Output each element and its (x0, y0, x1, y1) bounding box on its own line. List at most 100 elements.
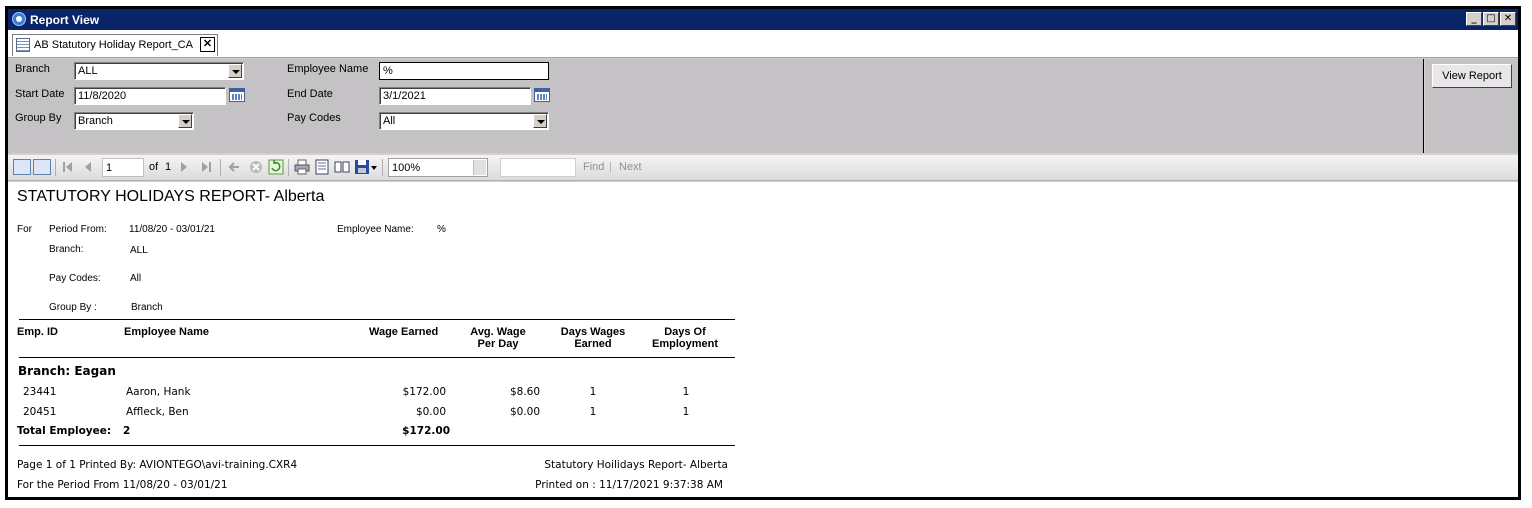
page-number-value: 1 (106, 162, 113, 174)
row-days-wages: 1 (589, 386, 597, 398)
tab-statutory-holiday-report[interactable]: AB Statutory Holiday Report_CA ✕ (12, 34, 218, 56)
back-icon[interactable] (226, 159, 242, 175)
next-link[interactable]: Next (619, 161, 642, 173)
report-view-window: Report View _ □ ✕ AB Statutory Holiday R… (5, 6, 1521, 500)
export-icon[interactable] (354, 159, 370, 175)
employee-name-filter-value: % (437, 224, 446, 235)
pay-codes-select-value: All (383, 115, 396, 127)
branch-select[interactable]: ALL (74, 62, 244, 80)
print-layout-icon[interactable] (314, 159, 330, 175)
pay-codes-label: Pay Codes (287, 112, 341, 124)
branch-label: Branch (15, 63, 50, 75)
col-days-of-employment: Days Of Employment (643, 326, 727, 350)
row-employee-name: Aaron, Hank (126, 386, 191, 398)
total-pages: 1 (165, 161, 172, 173)
find-separator: | (609, 161, 612, 173)
pay-codes-filter-label: Pay Codes: (49, 273, 101, 284)
row-emp-id: 23441 (23, 386, 57, 398)
tab-label: AB Statutory Holiday Report_CA (34, 39, 193, 51)
find-link[interactable]: Find (583, 161, 604, 173)
employee-name-value: % (383, 65, 393, 77)
parameter-panel: Branch ALL Start Date 11/8/2020 Group By… (8, 59, 1424, 153)
print-icon[interactable] (294, 159, 310, 175)
pay-codes-filter-value: All (130, 273, 142, 284)
period-from-value: 11/08/20 - 03/01/21 (129, 224, 215, 235)
report-title: STATUTORY HOLIDAYS REPORT- Alberta (17, 188, 325, 205)
start-date-label: Start Date (15, 88, 65, 100)
row-employee-name: Affleck, Ben (126, 406, 189, 418)
page-setup-icon[interactable] (334, 159, 350, 175)
col-avg-wage-line2: Per Day (477, 338, 519, 350)
of-label: of (149, 161, 159, 173)
employee-name-input[interactable]: % (379, 62, 549, 80)
calendar-icon[interactable] (534, 88, 550, 102)
col-days-wages: Days Wages Earned (548, 326, 638, 350)
report-canvas: STATUTORY HOLIDAYS REPORT- Alberta For P… (8, 182, 1518, 497)
report-viewer-toolbar: 1 of 1 100% Find | Next (8, 155, 1518, 181)
col-days-wages-line1: Days Wages (560, 326, 626, 338)
close-window-button[interactable]: ✕ (1500, 12, 1516, 26)
chevron-down-icon[interactable] (533, 114, 547, 128)
row-emp-id: 20451 (23, 406, 57, 418)
chevron-down-icon[interactable] (473, 160, 486, 175)
col-avg-wage-line1: Avg. Wage (470, 326, 526, 338)
window-title: Report View (30, 13, 100, 27)
first-page-icon[interactable] (60, 159, 76, 175)
page-number-input[interactable]: 1 (102, 158, 144, 177)
footer-printed-on: Printed on : 11/17/2021 9:37:38 AM (535, 479, 723, 491)
group-by-label: Group By (15, 112, 62, 124)
title-bar[interactable]: Report View _ □ ✕ (8, 9, 1518, 30)
footer-page-info: Page 1 of 1 Printed By: AVIONTEGO\avi-tr… (17, 459, 298, 471)
branch-select-value: ALL (78, 65, 98, 77)
start-date-input[interactable]: 11/8/2020 (74, 87, 226, 105)
end-date-input[interactable]: 3/1/2021 (379, 87, 531, 105)
calendar-icon[interactable] (229, 88, 245, 102)
refresh-icon[interactable] (268, 159, 284, 175)
branch-filter-value: ALL (130, 245, 148, 256)
row-days-wages: 1 (589, 406, 597, 418)
next-page-icon[interactable] (176, 159, 192, 175)
group-by-select-value: Branch (78, 115, 113, 127)
group-by-filter-value: Branch (131, 302, 163, 313)
branch-filter-label: Branch: (49, 244, 84, 255)
header-bottom-rule (19, 357, 735, 358)
total-employee-count: 2 (123, 425, 131, 437)
toggle-parameters-icon[interactable] (13, 159, 31, 175)
last-page-icon[interactable] (198, 159, 214, 175)
zoom-value: 100% (392, 162, 421, 174)
row-wage-earned: $172.00 (402, 386, 446, 398)
total-employee-label: Total Employee: (17, 425, 112, 437)
end-date-label: End Date (287, 88, 333, 100)
col-avg-wage: Avg. Wage Per Day (458, 326, 538, 350)
col-days-wages-line2: Earned (574, 338, 612, 350)
report-document-icon (16, 38, 30, 52)
col-emp-id: Emp. ID (17, 326, 58, 338)
find-text-input[interactable] (500, 158, 576, 177)
stop-icon[interactable] (248, 159, 264, 175)
minimize-button[interactable]: _ (1466, 12, 1482, 26)
header-top-rule (19, 319, 735, 320)
view-report-button[interactable]: View Report (1432, 64, 1512, 88)
app-icon (12, 12, 26, 26)
previous-page-icon[interactable] (80, 159, 96, 175)
row-avg-wage: $8.60 (509, 386, 540, 398)
employee-name-label: Employee Name (287, 63, 369, 75)
document-tab-strip: AB Statutory Holiday Report_CA ✕ (8, 30, 1518, 58)
col-days-of-line2: Employment (651, 338, 718, 350)
zoom-select[interactable]: 100% (388, 158, 488, 177)
chevron-down-icon[interactable] (178, 114, 192, 128)
group-by-select[interactable]: Branch (74, 112, 194, 130)
pay-codes-select[interactable]: All (379, 112, 549, 130)
footer-rule (19, 445, 735, 446)
for-label: For (17, 224, 32, 235)
maximize-button[interactable]: □ (1483, 12, 1499, 26)
chevron-down-icon[interactable] (228, 64, 242, 78)
period-from-label: Period From: (49, 224, 107, 235)
col-days-of-line1: Days Of (664, 326, 706, 338)
document-map-icon[interactable] (33, 159, 51, 175)
total-wage-earned: $172.00 (402, 425, 450, 437)
row-avg-wage: $0.00 (509, 406, 540, 418)
close-tab-icon[interactable]: ✕ (200, 37, 215, 52)
end-date-value: 3/1/2021 (383, 90, 426, 102)
export-dropdown-icon[interactable] (371, 166, 377, 170)
